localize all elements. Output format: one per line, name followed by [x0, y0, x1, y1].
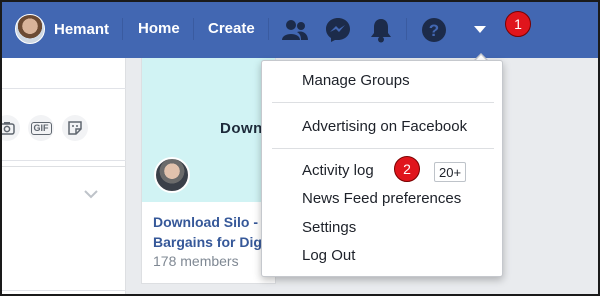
nav-divider	[193, 18, 194, 40]
dropdown-arrow-icon[interactable]	[465, 15, 495, 45]
home-link[interactable]: Home	[138, 20, 180, 37]
menu-item-log-out[interactable]: Log Out	[302, 247, 355, 264]
menu-item-activity-log[interactable]: Activity log	[302, 162, 374, 179]
composer-media-icons: GIF	[2, 115, 88, 141]
chevron-down-icon[interactable]	[84, 186, 98, 204]
group-title-line: Bargains for Dig	[153, 234, 262, 250]
step-annotation-1: 1	[505, 11, 531, 37]
menu-separator	[272, 148, 494, 149]
create-link[interactable]: Create	[208, 20, 255, 37]
menu-item-manage-groups[interactable]: Manage Groups	[302, 72, 410, 89]
group-title-line: Download Silo -	[153, 214, 258, 230]
group-suggestion-card[interactable]: Down Download Silo - Bargains for Dig 17…	[141, 58, 276, 284]
divider	[2, 290, 126, 291]
avatar	[15, 14, 45, 44]
step-annotation-2: 2	[394, 156, 420, 182]
nav-divider	[406, 18, 407, 40]
camera-icon[interactable]	[2, 115, 20, 141]
menu-separator	[272, 102, 494, 103]
messenger-icon[interactable]	[323, 15, 353, 45]
nav-divider	[122, 18, 123, 40]
gif-icon[interactable]: GIF	[28, 115, 54, 141]
divider	[2, 166, 126, 167]
notifications-icon[interactable]	[366, 15, 396, 45]
account-dropdown-menu: Manage Groups Advertising on Facebook Ac…	[261, 60, 503, 277]
svg-text:?: ?	[429, 21, 439, 40]
screenshot-frame: Hemant Home Create ? 1 GIF Down Download…	[0, 0, 600, 296]
friends-icon[interactable]	[280, 15, 310, 45]
activity-count-badge: 20+	[434, 162, 467, 182]
member-count: 178 members	[153, 253, 239, 269]
divider	[2, 88, 126, 89]
member-avatar	[154, 157, 190, 193]
divider	[2, 160, 126, 161]
menu-item-news-feed-preferences[interactable]: News Feed preferences	[302, 190, 461, 207]
left-column: GIF	[2, 58, 126, 294]
menu-item-advertising[interactable]: Advertising on Facebook	[302, 118, 467, 135]
profile-link[interactable]: Hemant	[15, 13, 109, 45]
profile-name: Hemant	[54, 20, 110, 38]
help-icon[interactable]: ?	[419, 15, 449, 45]
sticker-icon[interactable]	[62, 115, 88, 141]
group-cover-image[interactable]: Down	[142, 58, 275, 202]
right-column	[499, 58, 598, 294]
cover-text: Down	[220, 120, 263, 137]
top-navigation-bar: Hemant Home Create ? 1	[2, 2, 598, 58]
group-title-link[interactable]: Download Silo - Bargains for Dig	[153, 212, 262, 252]
menu-item-settings[interactable]: Settings	[302, 219, 356, 236]
nav-divider	[268, 18, 269, 40]
gif-label: GIF	[30, 121, 52, 135]
